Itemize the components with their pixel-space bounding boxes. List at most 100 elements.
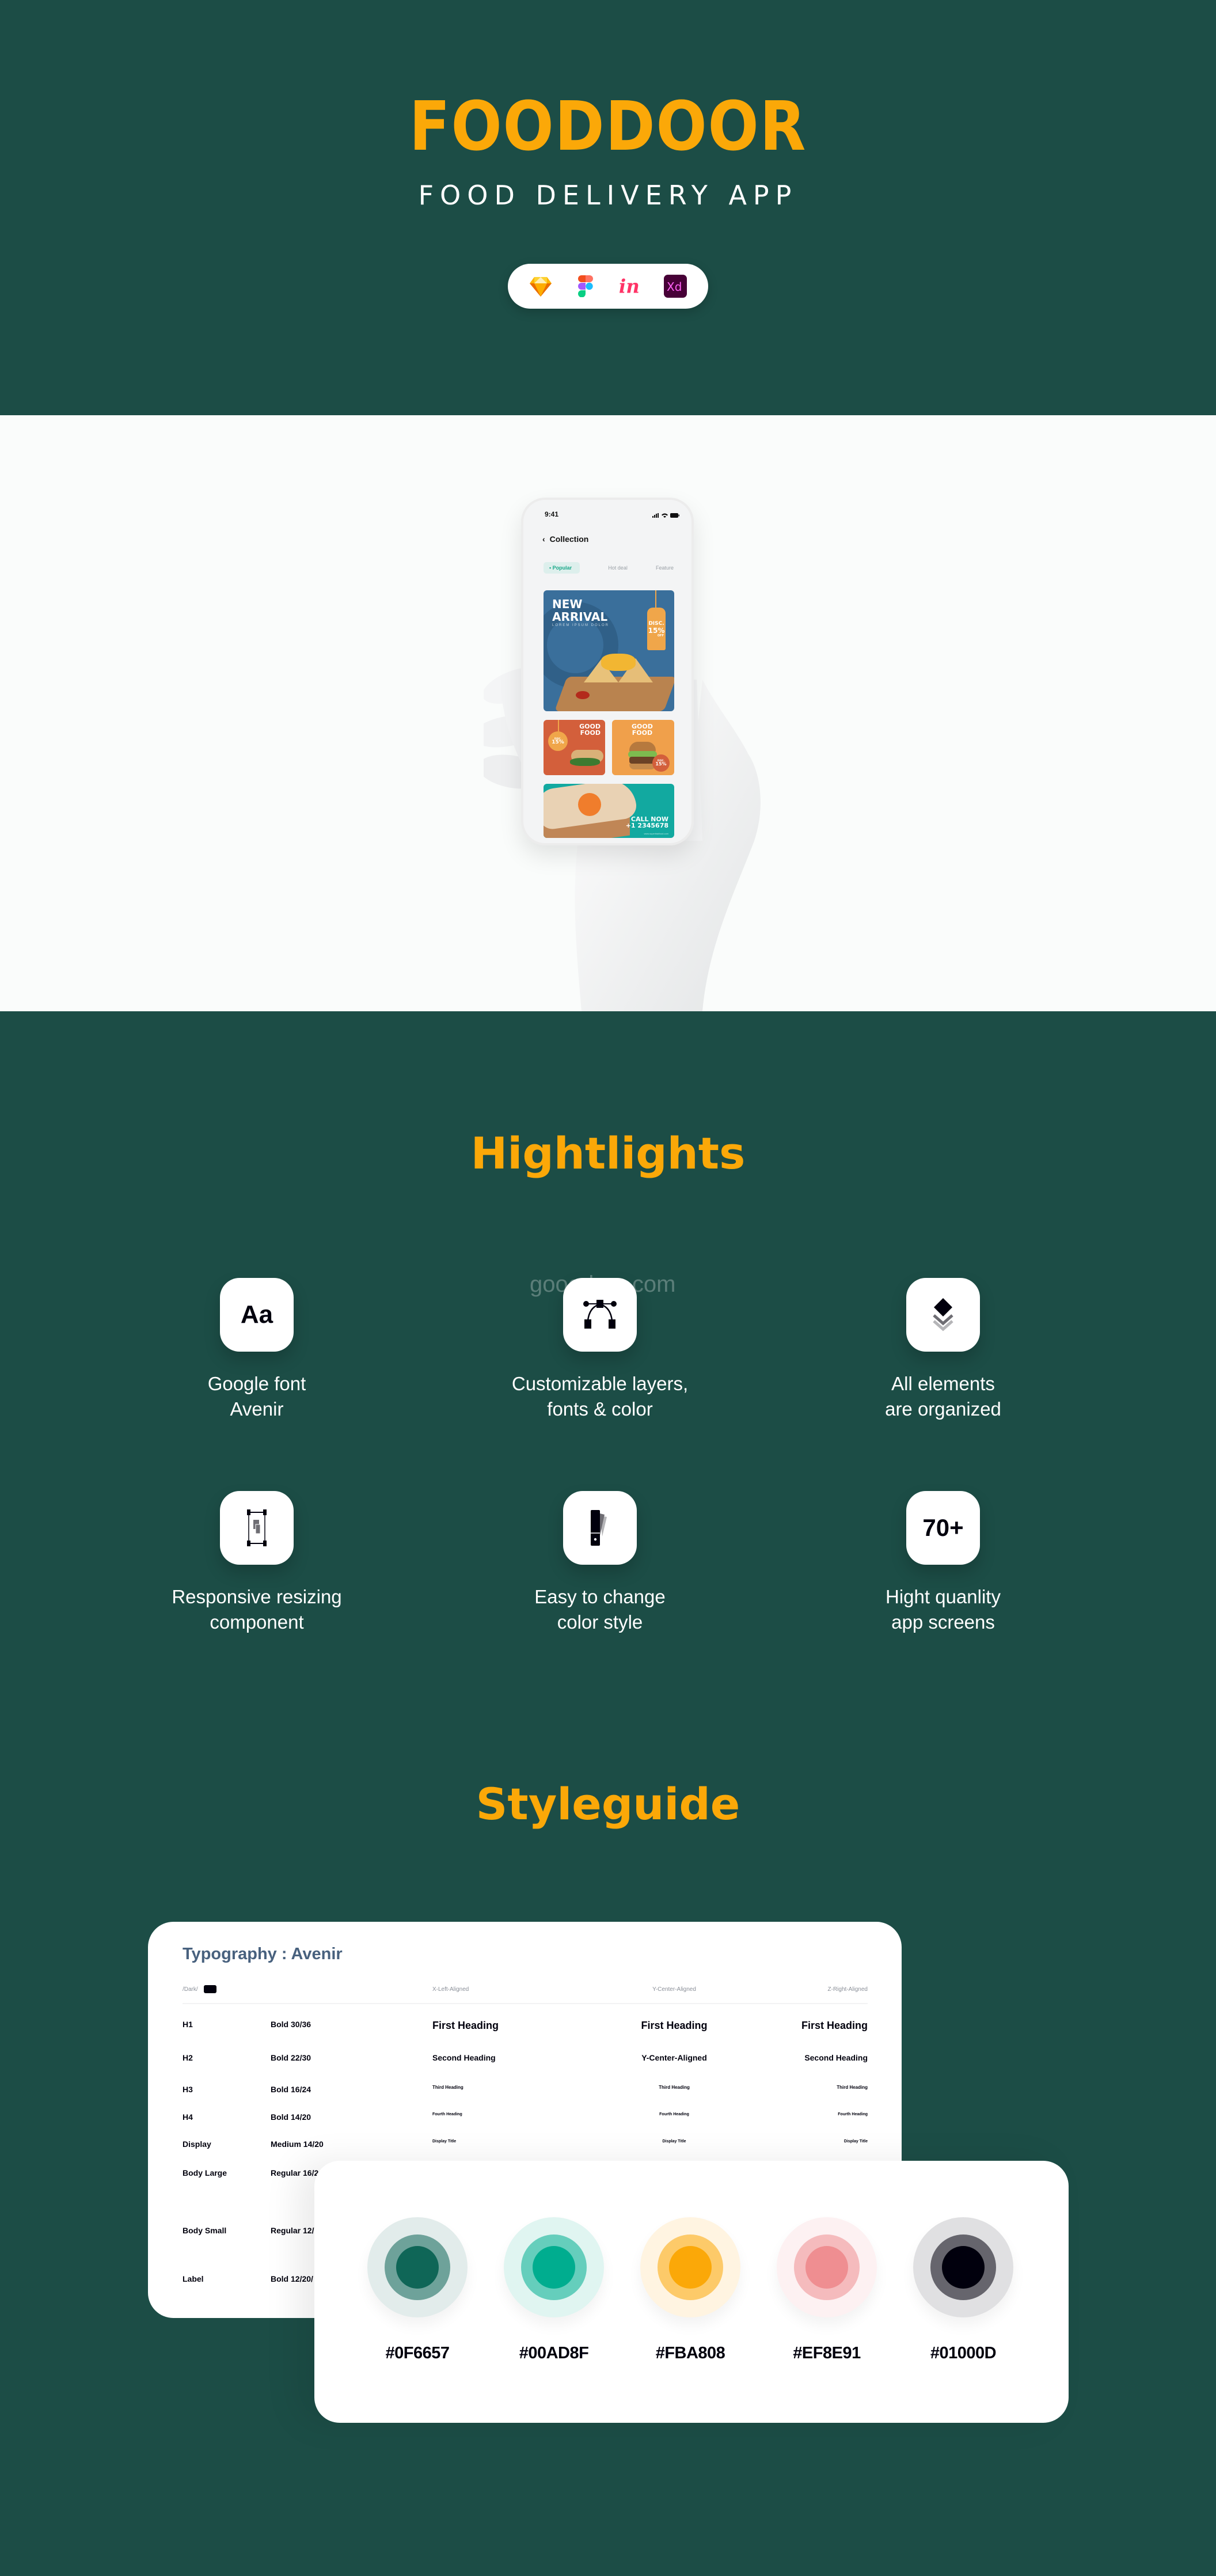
highlight-label: Google font Avenir: [207, 1373, 306, 1420]
dark-swatch: [203, 1985, 216, 1993]
highlight-item: Customizable layers, fonts & color: [479, 1278, 721, 1422]
phone-mockup-section: [0, 415, 1216, 1011]
divider: [183, 2003, 868, 2004]
style-spec: Medium 14/20: [271, 2139, 324, 2149]
color-hex-label: #00AD8F: [519, 2344, 589, 2362]
typography-aa-icon: Aa: [220, 1278, 294, 1352]
color-hex-label: #01000D: [930, 2344, 997, 2362]
highlight-item: Responsive resizing component: [136, 1491, 378, 1635]
swatch-outer-ring: [504, 2217, 604, 2317]
dark-label: /Dark/: [183, 1986, 198, 1993]
style-spec: Bold 14/20: [271, 2112, 311, 2122]
swatch-core: [396, 2246, 439, 2289]
promo-card-new-arrival[interactable]: NEW ARRIVAL LOREM IPSUM DOLOR DISC. 15% …: [544, 590, 674, 711]
style-name: H4: [183, 2112, 193, 2122]
example-center: Fourth Heading: [659, 2112, 689, 2116]
tab-popular[interactable]: • Popular: [544, 562, 580, 574]
layers-icon: [906, 1278, 980, 1352]
style-name: H1: [183, 2020, 193, 2029]
dark-variant-label: /Dark/: [183, 1985, 216, 1993]
signal-icon: [652, 510, 659, 521]
promo-title: GOOD FOOD: [632, 723, 653, 736]
swatch-core: [533, 2246, 575, 2289]
swatch-core: [942, 2246, 985, 2289]
phone-screen-title: Collection: [549, 534, 589, 544]
tab-feature[interactable]: Feature: [656, 565, 674, 571]
badge-string: [558, 720, 559, 731]
greens: [570, 758, 600, 766]
color-swatch: #00AD8F: [504, 2217, 604, 2363]
tab-hot-deal[interactable]: Hot deal: [608, 565, 628, 571]
phone-tabs: • Popular Hot deal Feature: [544, 562, 674, 574]
promo-card-call-now[interactable]: CALL NOW +1 2345678 www.superfastfood.com: [544, 784, 674, 838]
style-spec: Regular 12/2: [271, 2226, 319, 2235]
style-name: Body Small: [183, 2226, 227, 2235]
example-left: Third Heading: [432, 2085, 463, 2090]
swatch-core: [805, 2246, 848, 2289]
svg-text:in: in: [619, 275, 640, 297]
swatch-core: [669, 2246, 712, 2289]
style-name: Display: [183, 2139, 211, 2149]
phone-status-icons: [652, 510, 679, 521]
style-name: Label: [183, 2274, 204, 2283]
wifi-icon: [662, 510, 668, 521]
style-spec: Bold 30/36: [271, 2020, 311, 2029]
tab-label: Popular: [552, 565, 572, 571]
swatch-outer-ring: [367, 2217, 468, 2317]
adobe-xd-icon: Xd: [663, 274, 688, 299]
promo-card-good-food-1[interactable]: GOOD FOOD DISC. 15%: [544, 720, 605, 775]
burger-bottom-bun: [629, 764, 656, 769]
discount-badge: DISC. 15%: [548, 731, 568, 751]
example-left: First Heading: [432, 2020, 499, 2031]
highlight-label: Easy to change color style: [534, 1586, 666, 1633]
vector-path-icon: [563, 1278, 637, 1352]
invision-icon: in: [618, 274, 643, 299]
figma-icon: [573, 274, 598, 299]
example-center: Display Title: [662, 2139, 686, 2143]
example-right: Third Heading: [837, 2085, 868, 2090]
highlight-item: Easy to change color style: [479, 1491, 721, 1635]
phone-header: ‹ Collection: [542, 534, 588, 544]
example-center: First Heading: [641, 2020, 708, 2031]
example-center: Y-Center-Aligned: [641, 2053, 707, 2062]
color-hex-label: #FBA808: [655, 2344, 725, 2362]
highlight-label: Responsive resizing component: [172, 1586, 342, 1633]
typography-title: Typography : Avenir: [183, 1945, 343, 1963]
hero-section: FOODDOOR FOOD DELIVERY APP in Xd: [0, 0, 1216, 415]
highlight-item: 70+ Hight quanlity app screens: [822, 1491, 1064, 1635]
example-right: Display Title: [843, 2139, 868, 2143]
example-left: Second Heading: [432, 2053, 496, 2062]
color-swatch: #FBA808: [640, 2217, 740, 2363]
fries: [601, 654, 636, 671]
tag-bottom: OFF: [657, 634, 664, 638]
color-swatch: #0F6657: [367, 2217, 468, 2363]
call-now-url: www.superfastfood.com: [644, 832, 668, 835]
highlight-item: All elements are organized: [822, 1278, 1064, 1422]
promo-title-line2: FOOD: [632, 729, 653, 737]
promo-card-good-food-2[interactable]: GOOD FOOD DISC. 15%: [612, 720, 674, 775]
discount-tag: DISC. 15% OFF: [647, 608, 666, 650]
style-name: Body Large: [183, 2168, 227, 2177]
wrap-filling: [578, 793, 601, 816]
discount-badge: DISC. 15%: [652, 754, 670, 772]
battery-icon: [670, 510, 679, 521]
color-hex-label: #0F6657: [385, 2344, 450, 2362]
svg-text:Xd: Xd: [667, 280, 682, 294]
promo-subtitle: LOREM IPSUM DOLOR: [552, 624, 610, 627]
call-now-phone: +1 2345678: [625, 822, 668, 829]
color-hex-label: #EF8E91: [793, 2344, 861, 2362]
color-palette-card: #0F6657 #00AD8F #FBA808 #EF8E91 #01000D: [314, 2161, 1069, 2423]
resize-component-icon: [220, 1491, 294, 1565]
icon-glyph: 70+: [922, 1514, 964, 1541]
swatch-mid-ring: [658, 2234, 723, 2300]
back-chevron-icon[interactable]: ‹: [542, 534, 545, 544]
color-swatch-icon: [563, 1491, 637, 1565]
example-left: Display Title: [432, 2139, 457, 2143]
badge-value: 15%: [552, 739, 564, 745]
example-left: Fourth Heading: [432, 2112, 462, 2116]
column-header: X-Left-Aligned: [432, 1986, 469, 1993]
highlight-item: Aa Google font Avenir: [136, 1278, 378, 1422]
swatch-outer-ring: [913, 2217, 1013, 2317]
sketch-icon: [528, 274, 553, 299]
swatch-outer-ring: [777, 2217, 877, 2317]
